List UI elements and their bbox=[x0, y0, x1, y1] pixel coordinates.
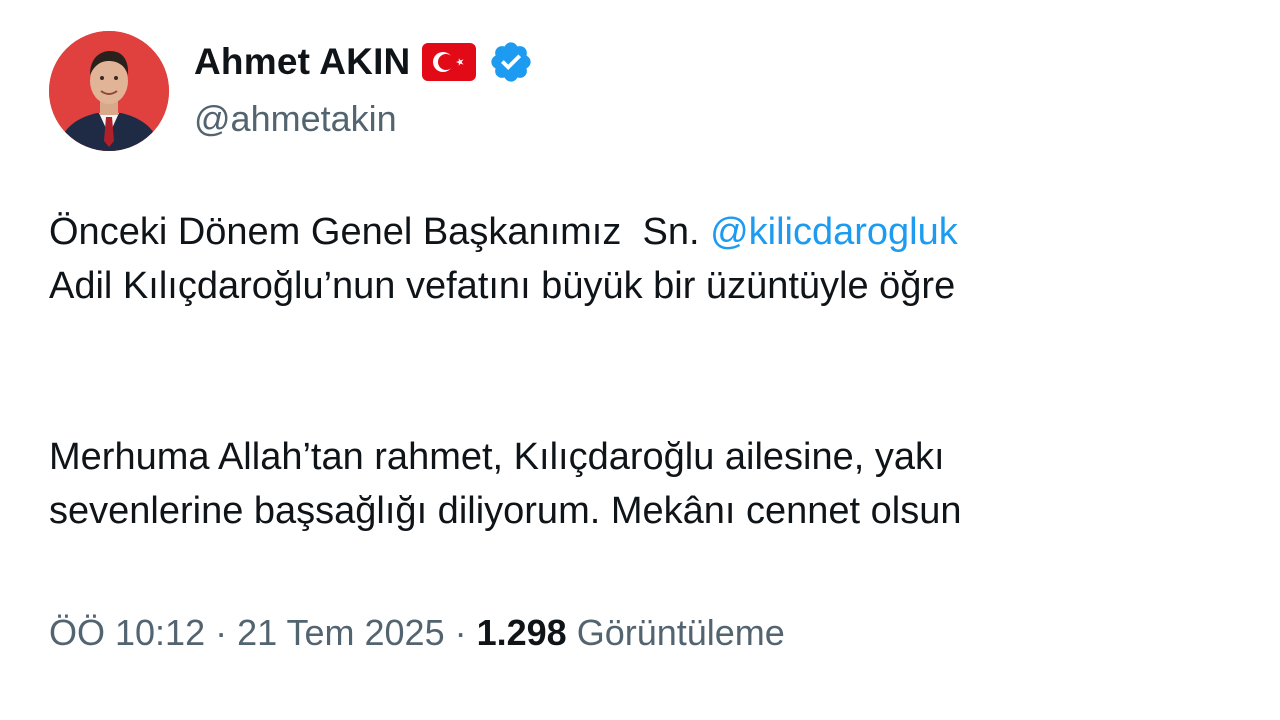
author-display-name[interactable]: Ahmet AKIN bbox=[194, 41, 410, 83]
tweet-meta: ÖÖ 10:12 · 21 Tem 2025 · 1.298 Görüntüleme bbox=[49, 612, 785, 654]
turkey-flag-icon bbox=[422, 43, 477, 81]
author-name-row: Ahmet AKIN bbox=[194, 38, 534, 86]
author-handle[interactable]: @ahmetakin bbox=[194, 98, 397, 140]
avatar[interactable] bbox=[49, 31, 169, 151]
tweet-text-segment: Önceki Dönem Genel Başkanımız Sn. bbox=[49, 211, 711, 253]
verified-badge-icon[interactable] bbox=[488, 39, 534, 85]
views-count: 1.298 bbox=[476, 612, 567, 653]
views-label: Görüntüleme bbox=[576, 612, 785, 653]
tweet-text-line: Adil Kılıçdaroğlu’nun vefatını büyük bir… bbox=[49, 265, 956, 307]
tweet-text: Önceki Dönem Genel Başkanımız Sn. @kilic… bbox=[49, 205, 1280, 538]
meta-separator: · bbox=[215, 612, 228, 653]
tweet-time[interactable]: ÖÖ 10:12 bbox=[49, 612, 205, 653]
tweet-text-line: sevenlerine başsağlığı diliyorum. Mekânı… bbox=[49, 490, 962, 532]
tweet-text-line: Merhuma Allah’tan rahmet, Kılıçdaroğlu a… bbox=[49, 436, 945, 478]
tweet-card: Ahmet AKIN @ahmetakin Önceki Dönem Genel… bbox=[0, 0, 1280, 720]
tweet-text-line: Önceki Dönem Genel Başkanımız Sn. @kilic… bbox=[49, 205, 1280, 259]
meta-separator: · bbox=[454, 612, 467, 653]
tweet-date[interactable]: 21 Tem 2025 bbox=[237, 612, 445, 653]
avatar-image bbox=[49, 31, 169, 151]
mention-link[interactable]: @kilicdarogluk bbox=[710, 211, 958, 253]
